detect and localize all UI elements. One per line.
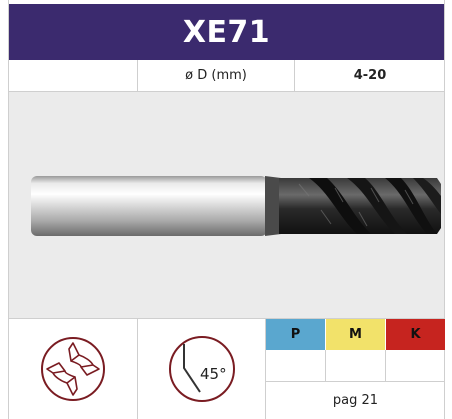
end-mill-flute-section-icon xyxy=(41,337,105,401)
bottom-section: 45° P M K pag 21 xyxy=(9,319,445,419)
material-p-tab: P xyxy=(266,319,325,350)
diameter-label: ø D (mm) xyxy=(137,60,294,91)
spec-empty-cell xyxy=(9,60,137,91)
product-card: XE71 ø D (mm) 4-20 45° P M K pag 21 xyxy=(8,0,445,419)
end-mill-image xyxy=(31,176,441,236)
page-reference: pag 21 xyxy=(332,393,379,408)
material-m-tab: M xyxy=(326,319,385,350)
diameter-value: 4-20 xyxy=(294,60,445,91)
product-title-bar: XE71 xyxy=(9,4,444,60)
chamfer-angle-label: 45° xyxy=(200,365,227,383)
spec-row: ø D (mm) 4-20 xyxy=(9,60,444,92)
material-p-value xyxy=(266,350,326,382)
flute-section-cell xyxy=(9,319,137,419)
material-k-tab: K xyxy=(386,319,445,350)
material-table: P M K pag 21 xyxy=(265,319,445,419)
chamfer-45-icon: 45° xyxy=(167,334,237,404)
material-k-value xyxy=(386,350,445,382)
product-code: XE71 xyxy=(182,14,271,50)
material-m-value xyxy=(326,350,386,382)
chamfer-cell: 45° xyxy=(137,319,266,419)
product-photo xyxy=(9,92,444,319)
